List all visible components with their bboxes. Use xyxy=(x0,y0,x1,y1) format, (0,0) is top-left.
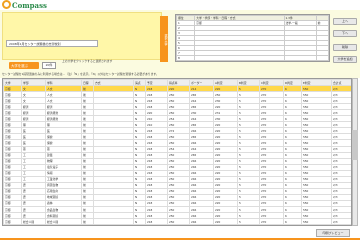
selection-grid-cell xyxy=(283,55,317,61)
add-university-button[interactable]: 大学を追加 xyxy=(333,56,357,63)
app-logo: Compass xyxy=(12,1,47,10)
table-cell: 教育 xyxy=(21,224,46,225)
selection-grid: 順位 大学・学部・学科・日程・方式 1.3件 1 京都 法学-一般前 2 3 4 5 6 7 8 xyxy=(175,14,330,62)
selection-grid-cell xyxy=(315,55,330,61)
print-preview-button[interactable]: 印刷プレビュー xyxy=(316,229,350,237)
table-cell: 前 xyxy=(81,224,94,225)
move-down-button[interactable]: 下へ xyxy=(333,30,357,37)
move-up-button[interactable]: 上へ xyxy=(333,18,357,25)
table-cell: N xyxy=(133,224,146,225)
selection-grid-cell: 8 xyxy=(175,55,196,61)
table-cell: 550 xyxy=(301,224,332,225)
table-cell: 京都 xyxy=(3,224,22,225)
table-cell: 246 xyxy=(189,224,214,225)
logo-mark-icon xyxy=(2,0,11,9)
table-cell: 250 xyxy=(167,224,190,225)
selection-grid-cell xyxy=(194,55,285,61)
table-cell: 220 xyxy=(213,224,238,225)
description-note: 上の大学をクリックすると選択されます xyxy=(62,59,113,63)
table-row[interactable]: 京都教育教育科学前 N218250246220527065502/3 xyxy=(3,224,351,225)
table-cell: 270 xyxy=(259,224,284,225)
table-cell xyxy=(93,224,134,225)
search-input[interactable]: 2008年1月センター試験後の志望校別 xyxy=(6,40,98,47)
choose-university-button[interactable]: 大学を選ぶ xyxy=(9,62,39,69)
table-cell: 218 xyxy=(145,224,168,225)
table-cell: 6 xyxy=(283,224,302,225)
delete-button[interactable]: 削除 xyxy=(333,44,357,51)
count-field: 20件 xyxy=(42,62,56,69)
usage-note: センター試験を1段階選抜のみに利用する場合は…（注）「N」を表示。「N」以外はセ… xyxy=(2,72,159,76)
scrollbar-thumb[interactable] xyxy=(352,130,358,160)
search-panel xyxy=(2,12,162,60)
selection-grid-row[interactable]: 8 xyxy=(175,55,330,61)
table-cell: 教育科学 xyxy=(45,224,82,225)
table-cell: 5 xyxy=(237,224,260,225)
selected-universities-tab[interactable]: 選択大学 xyxy=(160,16,168,62)
table-cell: 2/3 xyxy=(331,224,351,225)
results-table: 大学 学部 学科 日程 方式 満点 予定 得点率 ボーダー A判定 B判定 C判定 D判定 E判定 合計点 … xyxy=(2,78,352,226)
